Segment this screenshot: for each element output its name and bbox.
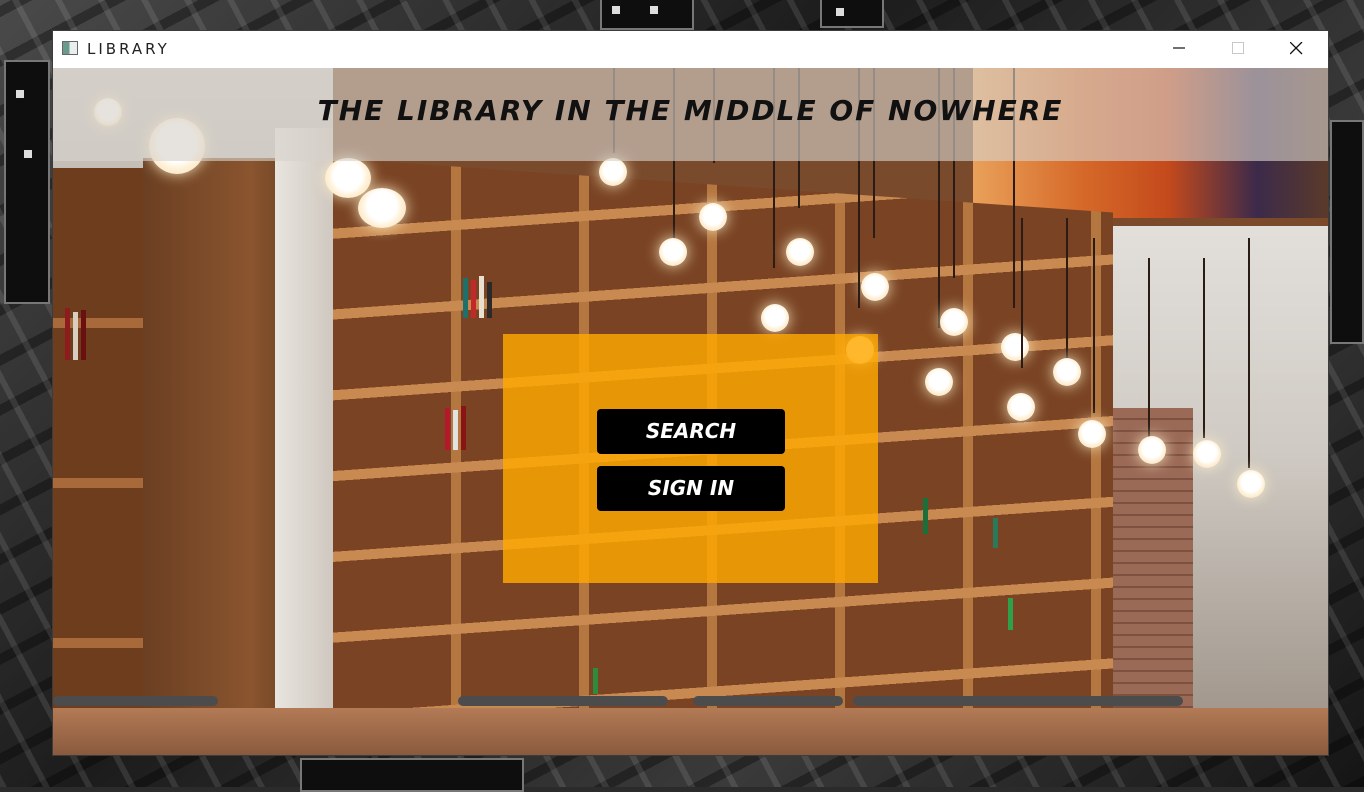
scene-bulb — [761, 304, 789, 332]
scene-bulb — [786, 238, 814, 266]
scene-cord — [1148, 258, 1150, 438]
scene-book — [81, 310, 86, 360]
scene-bulb — [925, 368, 953, 396]
scene-cord — [1021, 218, 1023, 368]
scene-bulb — [599, 158, 627, 186]
scene-book — [1008, 598, 1013, 630]
search-button[interactable]: SEARCH — [597, 409, 785, 454]
scene-cord — [1248, 238, 1250, 468]
desktop-art — [16, 90, 24, 98]
library-background-image: THE LIBRARY IN THE MIDDLE OF NOWHERE SEA… — [53, 68, 1328, 755]
menu-panel: SEARCH SIGN IN — [503, 334, 878, 583]
scene-book — [445, 408, 450, 450]
scene-book — [461, 406, 466, 450]
desktop-art — [650, 6, 658, 14]
scene-bulb — [1001, 333, 1029, 361]
scene-cord — [1066, 218, 1068, 358]
minimize-icon — [1173, 47, 1185, 49]
scene-book — [479, 276, 484, 318]
page-title: THE LIBRARY IN THE MIDDLE OF NOWHERE — [317, 94, 1064, 127]
scene-bulb — [1237, 470, 1265, 498]
app-icon — [62, 41, 78, 55]
desktop-art — [836, 8, 844, 16]
close-icon — [1290, 42, 1303, 55]
scene-bulb — [940, 308, 968, 336]
scene-book — [463, 278, 468, 318]
scene-book — [993, 518, 998, 548]
scene-book — [65, 308, 70, 360]
scene-cushion — [853, 696, 1183, 706]
desktop-art — [612, 6, 620, 14]
scene-bulb — [1078, 420, 1106, 448]
scene-shelf — [53, 168, 143, 728]
scene-book — [923, 498, 928, 534]
scene-bulb — [1138, 436, 1166, 464]
scene-book — [453, 410, 458, 450]
scene-cord — [1203, 258, 1205, 438]
scene-bulb — [861, 273, 889, 301]
scene-cushion — [693, 696, 843, 706]
maximize-icon — [1232, 42, 1244, 54]
scene-book — [487, 282, 492, 318]
scene-bulb — [659, 238, 687, 266]
sign-in-button[interactable]: SIGN IN — [597, 466, 785, 511]
scene-bulb — [325, 158, 371, 198]
desktop-art — [600, 0, 694, 30]
desktop-art — [820, 0, 884, 28]
title-banner: THE LIBRARY IN THE MIDDLE OF NOWHERE — [53, 68, 1328, 161]
maximize-button[interactable] — [1210, 31, 1268, 68]
desktop-art — [1330, 120, 1364, 344]
window-title: LIBRARY — [87, 40, 170, 58]
scene-bulb — [1053, 358, 1081, 386]
desktop-art — [4, 60, 50, 304]
close-button[interactable] — [1268, 31, 1326, 68]
scene-book — [73, 312, 78, 360]
desktop-art — [24, 150, 32, 158]
title-bar[interactable]: LIBRARY — [53, 31, 1328, 68]
scene-bulb — [358, 188, 406, 228]
scene-bulb — [699, 203, 727, 231]
scene-book — [471, 280, 476, 318]
minimize-button[interactable] — [1151, 31, 1209, 68]
scene-bulb — [1193, 440, 1221, 468]
scene-bench — [53, 708, 1328, 755]
scene-column — [275, 128, 333, 755]
scene-book — [593, 668, 598, 694]
scene-bulb — [1007, 393, 1035, 421]
app-window: LIBRARY THE LIBRARY IN THE MIDDLE OF NOW… — [53, 31, 1328, 755]
scene-cushion — [53, 696, 218, 706]
scene-cushion — [458, 696, 668, 706]
scene-cord — [1093, 238, 1095, 413]
